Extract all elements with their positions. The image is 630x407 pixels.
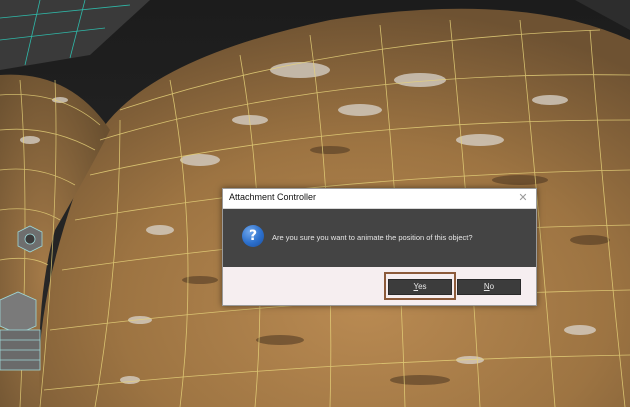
hex-nut-lower: [0, 291, 41, 371]
yes-button[interactable]: Yes: [388, 279, 452, 295]
hex-nut-upper: [17, 225, 43, 253]
yes-button-label: es: [418, 282, 427, 291]
dialog-footer: Yes No: [223, 267, 536, 305]
dialog-title: Attachment Controller: [229, 192, 317, 202]
question-icon: ?: [242, 225, 264, 247]
no-button-label: o: [489, 282, 495, 291]
dialog-body: ? Are you sure you want to animate the p…: [223, 209, 536, 267]
dialog-message: Are you sure you want to animate the pos…: [272, 233, 473, 242]
dialog-titlebar[interactable]: Attachment Controller ✕: [223, 189, 536, 209]
close-icon[interactable]: ✕: [516, 191, 530, 205]
no-button[interactable]: No: [457, 279, 521, 295]
attachment-controller-dialog: Attachment Controller ✕ ? Are you sure y…: [222, 188, 537, 306]
